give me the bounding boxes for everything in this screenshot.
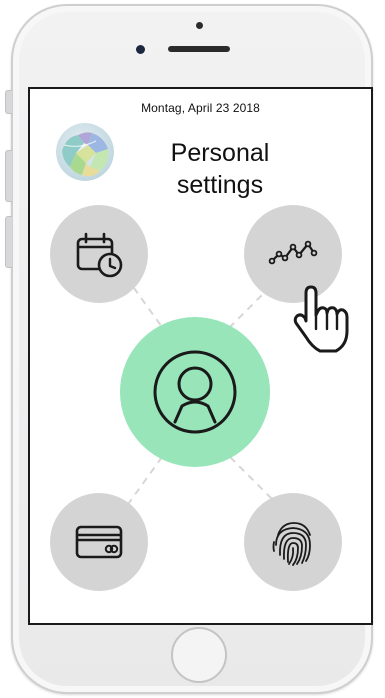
phone-screen: Montag, April 23 2018 Personal settings [28,87,373,625]
credit-card-icon [75,525,123,559]
date-label: Montag, April 23 2018 [141,101,260,115]
front-camera [196,22,203,29]
security-button[interactable] [244,493,342,591]
calendar-button[interactable] [50,205,148,303]
volume-up-button [5,150,12,202]
profile-button[interactable] [120,317,270,467]
trend-chart-icon [268,240,318,265]
earpiece-speaker [168,46,230,52]
user-profile-icon [153,350,237,434]
hand-pointer-icon [293,285,349,353]
page-title-line-1: Personal [170,139,270,167]
volume-down-button [5,216,12,268]
page-title-line-2: settings [176,171,264,199]
payment-button[interactable] [50,493,148,591]
page-title: Personal settings [150,137,290,201]
avatar-image [56,123,114,181]
home-button[interactable] [171,627,227,683]
calendar-clock-icon [76,232,123,278]
proximity-sensor [136,45,145,54]
fingerprint-icon [272,522,311,566]
mute-switch [5,90,12,114]
avatar[interactable] [56,123,114,181]
